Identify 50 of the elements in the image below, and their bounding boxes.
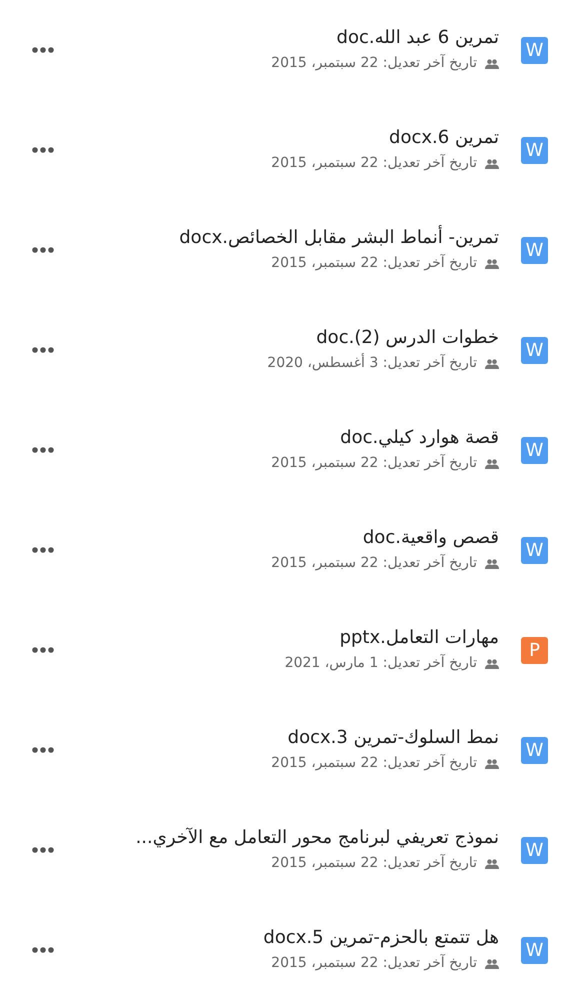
shared-people-icon [485, 858, 499, 869]
modified-date: تاريخ آخر تعديل: 1 مارس، 2021 [284, 653, 477, 674]
shared-people-icon [485, 558, 499, 569]
modified-date: تاريخ آخر تعديل: 22 سبتمبر، 2015 [271, 853, 477, 874]
more-icon[interactable] [32, 47, 54, 53]
more-icon[interactable] [32, 747, 54, 753]
shared-people-icon [485, 658, 499, 669]
more-icon[interactable] [32, 547, 54, 553]
more-icon[interactable] [32, 947, 54, 953]
shared-people-icon [485, 358, 499, 369]
more-icon[interactable] [32, 647, 54, 653]
file-name[interactable]: تمرين 6.docx [389, 126, 499, 150]
modified-date: تاريخ آخر تعديل: 22 سبتمبر، 2015 [271, 553, 477, 574]
shared-people-icon [485, 458, 499, 469]
modified-date: تاريخ آخر تعديل: 22 سبتمبر، 2015 [271, 953, 477, 974]
shared-people-icon [485, 958, 499, 969]
modified-date: تاريخ آخر تعديل: 22 سبتمبر، 2015 [271, 453, 477, 474]
file-type-icon: W [521, 936, 548, 964]
file-type-icon: W [521, 136, 548, 164]
modified-date: تاريخ آخر تعديل: 22 سبتمبر، 2015 [271, 53, 477, 74]
modified-date: تاريخ آخر تعديل: 22 سبتمبر، 2015 [271, 253, 477, 274]
shared-people-icon [485, 758, 499, 769]
file-name[interactable]: قصة هوارد كيلي.doc [340, 426, 499, 450]
file-name[interactable]: نموذج تعريفي لبرنامج محور التعامل مع الآخري... [136, 826, 499, 850]
more-icon[interactable] [32, 147, 54, 153]
file-type-icon: W [521, 836, 548, 864]
file-name[interactable]: قصص واقعية.doc [362, 526, 499, 550]
file-type-icon: W [521, 736, 548, 764]
modified-date: تاريخ آخر تعديل: 22 سبتمبر، 2015 [271, 753, 477, 774]
shared-people-icon [485, 58, 499, 69]
file-type-icon: W [521, 236, 548, 264]
file-type-icon: P [521, 636, 548, 664]
file-type-icon: W [521, 436, 548, 464]
file-name[interactable]: مهارات التعامل.pptx [340, 626, 499, 650]
more-icon[interactable] [32, 447, 54, 453]
modified-date: تاريخ آخر تعديل: 3 أغسطس، 2020 [267, 353, 477, 374]
file-name[interactable]: نمط السلوك-تمرين 3.docx [288, 726, 499, 750]
shared-people-icon [485, 258, 499, 269]
file-name[interactable]: خطوات الدرس (2).doc [316, 326, 499, 350]
more-icon[interactable] [32, 347, 54, 353]
file-type-icon: W [521, 336, 548, 364]
file-name[interactable]: تمرين 6 عبد الله.doc [336, 26, 499, 50]
shared-people-icon [485, 158, 499, 169]
more-icon[interactable] [32, 247, 54, 253]
file-type-icon: W [521, 536, 548, 564]
file-name[interactable]: تمرين- أنماط البشر مقابل الخصائص.docx [179, 226, 499, 250]
file-name[interactable]: هل تتمتع بالحزم-تمرين 5.docx [263, 926, 499, 950]
modified-date: تاريخ آخر تعديل: 22 سبتمبر، 2015 [271, 153, 477, 174]
file-type-icon: W [521, 36, 548, 64]
more-icon[interactable] [32, 847, 54, 853]
